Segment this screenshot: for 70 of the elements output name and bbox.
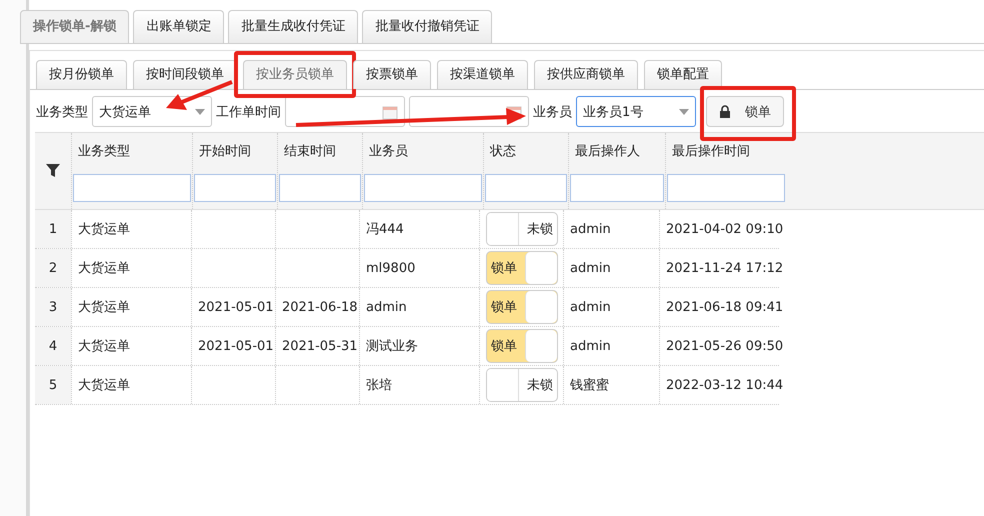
column-header: 状态 <box>488 143 517 161</box>
filter-field[interactable] <box>73 174 191 202</box>
table-cell-text: 大货运单 <box>78 260 130 277</box>
caret-icon <box>679 108 689 114</box>
lock-icon <box>719 105 731 118</box>
tab[interactable]: 按时间段锁单 <box>133 60 237 89</box>
table-cell: 2021-06-18 <box>282 300 358 314</box>
table-cell: 2021-05-01 <box>198 338 274 354</box>
table-cell-text: 张培 <box>366 377 392 394</box>
table-cell: 2021-05-26 09:50 <box>666 338 784 354</box>
table-cell-text: 大货运单 <box>78 221 130 238</box>
table-cell: 2021-04-02 09:10 <box>666 222 784 236</box>
filter-field[interactable] <box>485 174 567 202</box>
row-number: 3 <box>35 288 71 326</box>
table-cell-text: 冯444 <box>366 221 404 238</box>
tab[interactable]: 批量生成收付凭证 <box>228 10 358 43</box>
lock-toggle[interactable]: 未锁 <box>486 368 558 402</box>
table-cell-text: 大货运单 <box>78 299 130 316</box>
filter-field[interactable] <box>279 174 361 202</box>
row-number: 2 <box>35 249 71 287</box>
table-cell-text: 大货运单 <box>78 377 130 394</box>
row-number: 1 <box>35 210 71 248</box>
tab[interactable]: 按月份锁单 <box>36 60 127 89</box>
tab[interactable]: 按业务员锁单 <box>243 60 347 89</box>
table-cell: 2021-05-31 <box>282 338 358 354</box>
table-cell: admin <box>570 222 611 236</box>
tab[interactable]: 按渠道锁单 <box>437 60 528 89</box>
column-header: 业务员 <box>368 143 409 161</box>
staff-dropdown[interactable]: 业务员1号 <box>576 96 696 127</box>
type-dropdown[interactable]: 大货运单 <box>92 96 212 127</box>
table-cell: 2022-03-12 10:44 <box>666 378 784 392</box>
table-cell: ml9800 <box>366 260 416 276</box>
lock-button[interactable]: 锁单 <box>706 96 784 127</box>
column-header: 结束时间 <box>283 143 337 161</box>
tab[interactable]: 按票锁单 <box>353 60 431 89</box>
lock-toggle[interactable]: 锁单 <box>486 329 558 363</box>
field-label: 业务员 <box>533 104 572 120</box>
table-cell: 2021-11-24 17:12 <box>666 260 784 276</box>
filter-field[interactable] <box>570 174 664 202</box>
column-header: 开始时间 <box>198 143 252 161</box>
column-header: 最后操作人 <box>574 143 641 161</box>
field-label: 业务类型 <box>36 104 88 120</box>
tab[interactable]: 出账单锁定 <box>133 10 224 43</box>
lock-toggle[interactable]: 未锁 <box>486 212 558 246</box>
table-cell: admin <box>570 300 611 314</box>
table-cell-text: 测试业务 <box>366 338 418 355</box>
column-header: 业务类型 <box>77 143 131 161</box>
table-cell: admin <box>570 338 611 354</box>
tab[interactable]: 锁单配置 <box>644 60 722 89</box>
field-label: 工作单时间 <box>216 104 281 120</box>
filter-icon <box>46 164 60 178</box>
table-cell: admin <box>570 260 611 276</box>
calendar-icon <box>382 104 398 120</box>
tab[interactable]: 按供应商锁单 <box>534 60 638 89</box>
table-cell-text: 钱蜜蜜 <box>570 377 609 394</box>
tab[interactable]: 批量收付撤销凭证 <box>362 10 492 43</box>
row-number: 5 <box>35 366 71 404</box>
table-cell-text: 大货运单 <box>78 338 130 355</box>
row-number: 4 <box>35 327 71 365</box>
lock-toggle[interactable]: 锁单 <box>486 251 558 285</box>
table-cell: 2021-05-01 <box>198 300 274 314</box>
filter-field[interactable] <box>194 174 276 202</box>
table-cell: 2021-06-18 09:41 <box>666 300 784 314</box>
lock-toggle[interactable]: 锁单 <box>486 290 558 324</box>
filter-field[interactable] <box>667 174 785 202</box>
table-cell: admin <box>366 300 407 314</box>
column-header: 最后操作时间 <box>671 143 751 161</box>
filter-field[interactable] <box>364 174 482 202</box>
caret-icon <box>195 108 205 114</box>
tab[interactable]: 操作锁单-解锁 <box>20 10 130 43</box>
